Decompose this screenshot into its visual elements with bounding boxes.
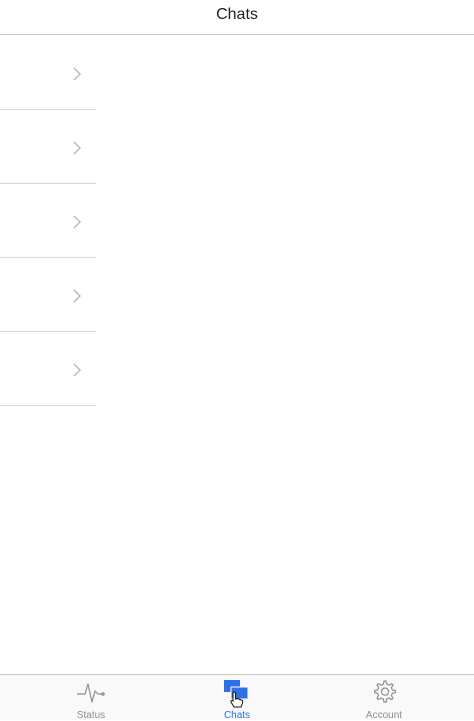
- tab-status[interactable]: Status: [36, 675, 146, 721]
- page-title: Chats: [216, 6, 258, 23]
- chevron-right-icon: [73, 363, 82, 377]
- chat-list-item[interactable]: [0, 332, 96, 406]
- tab-account-label: Account: [365, 710, 403, 721]
- chevron-right-icon: [73, 141, 82, 155]
- chevron-right-icon: [73, 67, 82, 81]
- chat-list-item[interactable]: [0, 258, 96, 332]
- chat-list-item[interactable]: [0, 184, 96, 258]
- tab-status-label: Status: [76, 710, 106, 721]
- tab-chats[interactable]: Chats: [182, 675, 292, 721]
- chat-list-item[interactable]: [0, 110, 96, 184]
- chat-list: [0, 36, 96, 406]
- chevron-right-icon: [73, 289, 82, 303]
- tab-account[interactable]: Account: [329, 675, 439, 721]
- tab-chats-label: Chats: [223, 710, 251, 721]
- chat-list-item[interactable]: [0, 36, 96, 110]
- pulse-icon: [77, 683, 105, 703]
- navigation-bar: Chats: [0, 0, 474, 35]
- hand-cursor-icon: [230, 691, 244, 708]
- gear-icon: [374, 680, 396, 703]
- chevron-right-icon: [73, 215, 82, 229]
- tab-bar: Status Chats Account: [0, 674, 474, 721]
